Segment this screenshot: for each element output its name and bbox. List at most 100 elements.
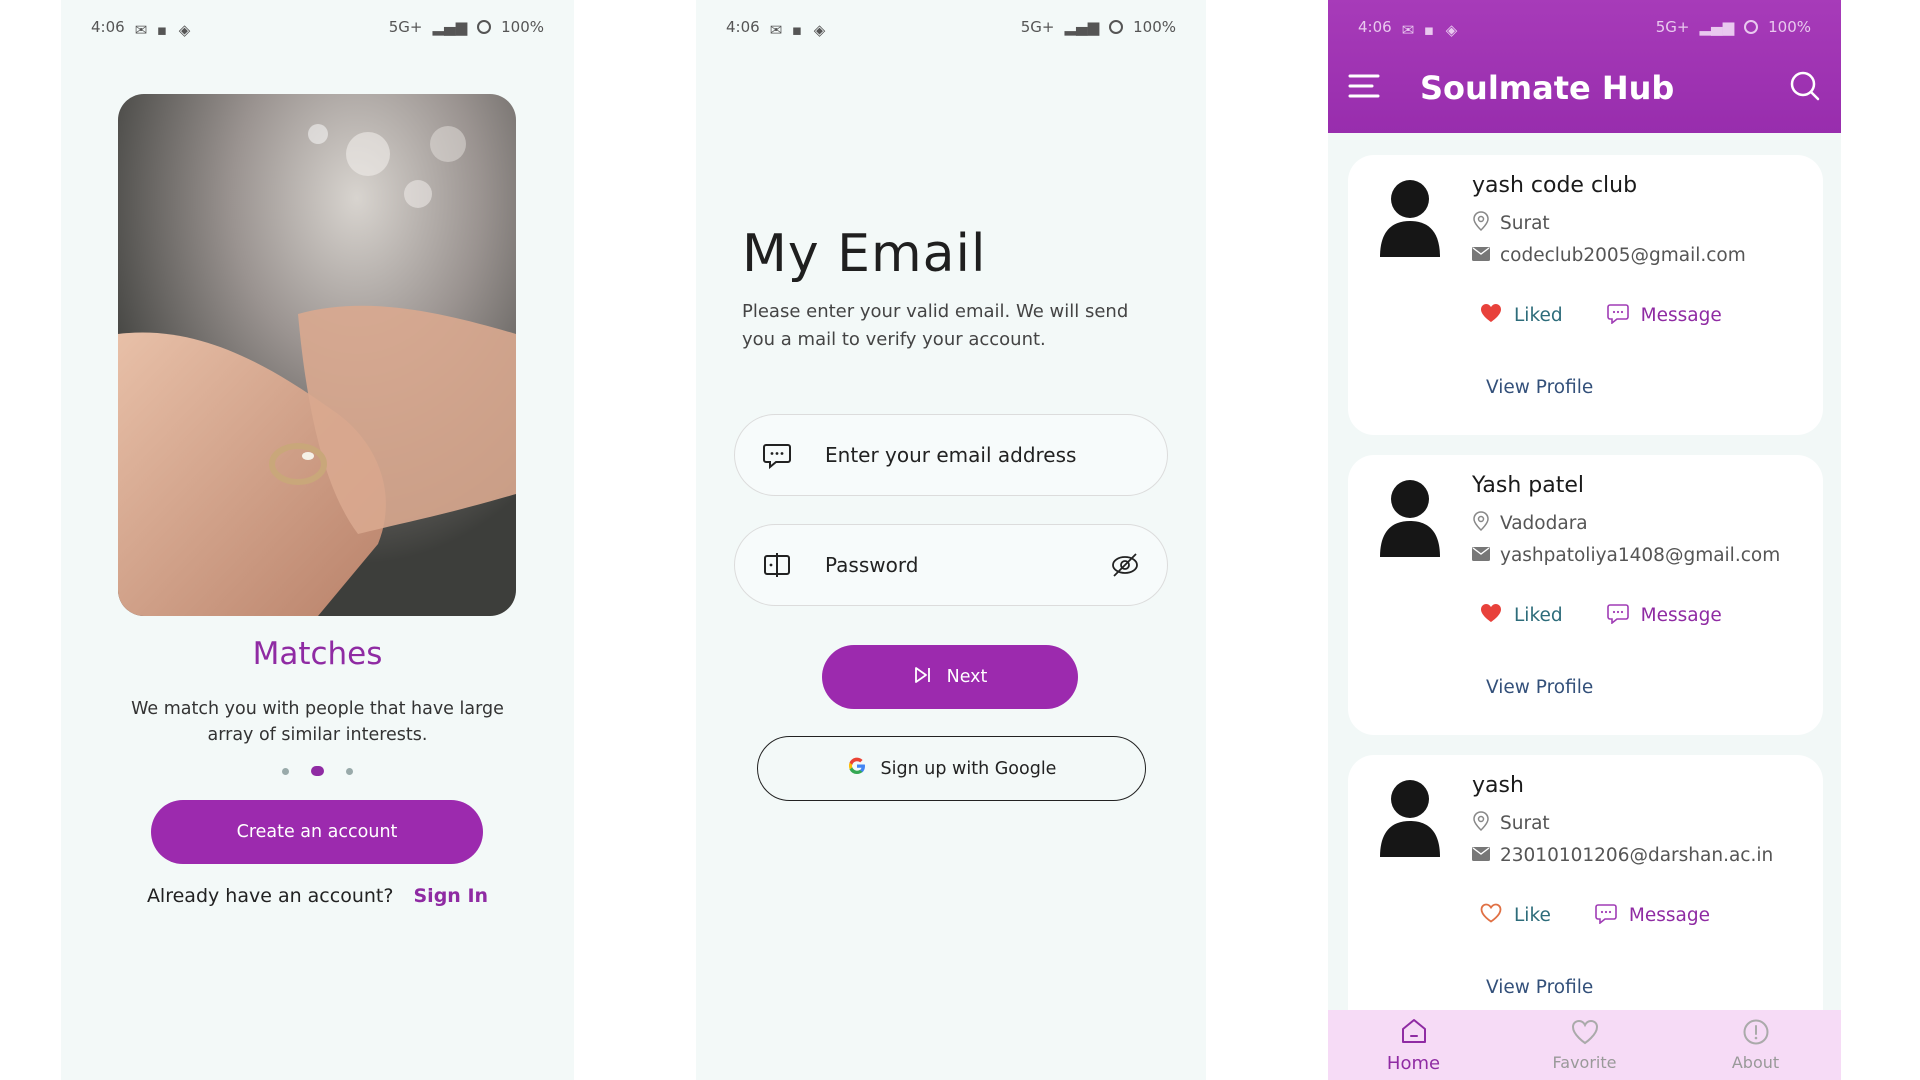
shield-icon: ◈ [1445,21,1458,39]
like-button[interactable]: Like [1480,903,1551,928]
app-bar: 4:06 ✉ ▪ ◈ 5G+ ▂▄▆ 100% Soulmate Hub [1328,0,1841,133]
status-bar: 4:06 ✉ ▪ ◈ 5G+ ▂▄▆ 100% [1328,0,1841,54]
message-button[interactable]: Message [1606,602,1722,629]
profile-name: yash code club [1472,173,1638,198]
profile-email-row: 23010101206@darshan.ac.in [1472,845,1773,866]
signal-icon: ▂▄▆ [432,18,468,36]
google-signup-button[interactable]: Sign up with Google [757,736,1146,801]
google-button-label: Sign up with Google [880,758,1057,779]
envelope-icon [1472,545,1490,566]
profile-city-row: Surat [1472,811,1550,836]
profile-card: yash Surat 23010101206@darshan.ac.in Lik… [1348,755,1823,1035]
message-button[interactable]: Message [1606,302,1722,329]
next-button[interactable]: Next [822,645,1078,709]
page-dot-active[interactable] [311,766,324,776]
avatar-icon [1378,179,1442,257]
message-button[interactable]: Message [1595,902,1710,929]
envelope-icon [1472,845,1490,866]
next-icon [913,666,933,689]
password-input[interactable]: Password [825,553,1109,577]
mail-icon: ✉ [134,21,148,39]
message-label: Message [1640,305,1722,326]
mail-icon: ✉ [769,21,783,39]
battery-icon [477,20,492,34]
password-icon [761,549,793,581]
like-label: Liked [1514,305,1563,326]
nav-about-label: About [1731,1053,1780,1072]
battery-level: 100% [1768,18,1811,36]
status-time: 4:06 [726,18,760,36]
location-pin-icon [1472,811,1490,836]
like-label: Liked [1514,605,1563,626]
nav-about[interactable]: About [1706,1018,1806,1072]
message-icon [1595,902,1617,929]
nav-home-label: Home [1386,1052,1441,1074]
menu-icon[interactable] [1348,73,1380,103]
onboarding-title: Matches [252,636,383,672]
next-button-label: Next [946,667,988,687]
profile-name: Yash patel [1472,473,1585,498]
nav-favorite[interactable]: Favorite [1535,1018,1635,1072]
battery-icon [1744,20,1759,34]
profile-email: 23010101206@darshan.ac.in [1500,845,1774,866]
message-label: Message [1628,905,1710,926]
status-time: 4:06 [91,18,125,36]
bottom-navigation: Home Favorite About [1328,1010,1841,1080]
like-label: Like [1514,905,1551,926]
mail-icon: ✉ [1401,21,1415,39]
status-bar: 4:06 ✉ ▪ ◈ 5G+ ▂▄▆ 100% [61,0,574,54]
network-type: 5G+ [1020,18,1055,36]
app-bar-row: Soulmate Hub [1328,54,1841,122]
heart-outline-icon [1570,1018,1600,1050]
profile-city: Vadodara [1500,513,1588,534]
email-field[interactable]: Enter your email address [734,414,1168,496]
profile-city-row: Vadodara [1472,511,1588,536]
signin-prompt-row: Already have an account? Sign In [61,885,574,907]
profile-city-row: Surat [1472,211,1550,236]
card-actions: Like Message [1480,902,1710,929]
battery-icon [1109,20,1124,34]
shield-icon: ◈ [813,21,826,39]
signin-prompt: Already have an account? [146,885,394,907]
like-button[interactable]: Liked [1480,603,1563,628]
page-dot[interactable] [282,767,289,775]
create-account-button[interactable]: Create an account [151,800,483,864]
view-profile-link[interactable]: View Profile [1486,377,1593,398]
page-dot[interactable] [346,767,353,775]
card-actions: Liked Message [1480,302,1722,329]
info-icon [1741,1018,1771,1050]
nav-home[interactable]: Home [1364,1017,1464,1074]
heart-filled-icon [1480,603,1502,628]
network-type: 5G+ [388,18,423,36]
password-field[interactable]: Password [734,524,1168,606]
eye-off-icon[interactable] [1109,549,1141,581]
card-actions: Liked Message [1480,602,1722,629]
screens-collage: 4:06 ✉ ▪ ◈ 5G+ ▂▄▆ 100% Matches We match… [0,0,1920,1080]
avatar-icon [1378,479,1442,557]
battery-level: 100% [501,18,544,36]
view-profile-link[interactable]: View Profile [1486,977,1593,998]
page-indicator [61,766,574,776]
search-icon[interactable] [1789,70,1821,106]
profile-name: yash [1472,773,1524,798]
profile-email-row: yashpatoliya1408@gmail.com [1472,545,1780,566]
heart-filled-icon [1480,303,1502,328]
message-icon [1606,602,1629,629]
signin-link[interactable]: Sign In [414,885,489,907]
battery-level: 100% [1133,18,1176,36]
heart-outline-icon [1480,903,1502,928]
like-button[interactable]: Liked [1480,303,1563,328]
email-input[interactable]: Enter your email address [825,443,1141,467]
profile-card: yash code club Surat codeclub2005@gmail.… [1348,155,1823,435]
app-title: Soulmate Hub [1420,69,1675,107]
location-pin-icon [1472,511,1490,536]
view-profile-link[interactable]: View Profile [1486,677,1593,698]
chat-bubble-icon [761,439,793,471]
status-bar: 4:06 ✉ ▪ ◈ 5G+ ▂▄▆ 100% [696,0,1206,54]
profile-card: Yash patel Vadodara yashpatoliya1408@gma… [1348,455,1823,735]
message-icon [1606,302,1629,329]
avatar-icon [1378,779,1442,857]
google-icon [847,756,867,781]
location-pin-icon [1472,211,1490,236]
page-title: My Email [742,224,987,284]
